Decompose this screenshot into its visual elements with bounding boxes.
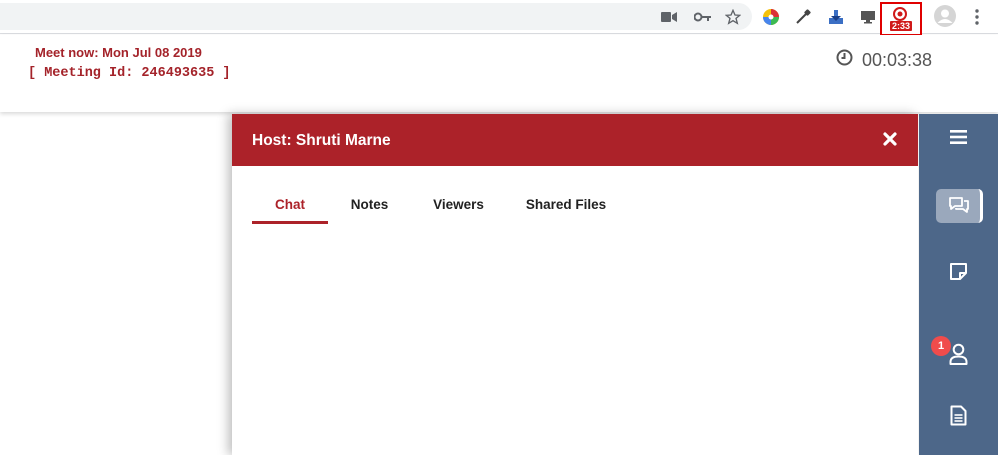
- monitor-extension-icon[interactable]: [856, 5, 880, 29]
- eyedropper-extension-icon[interactable]: [791, 5, 815, 29]
- color-wheel-extension-icon[interactable]: [759, 5, 783, 29]
- tab-shared-files[interactable]: Shared Files: [506, 196, 626, 224]
- profile-avatar-icon[interactable]: [933, 4, 957, 28]
- meeting-id: [ Meeting Id: 246493635 ]: [28, 66, 231, 81]
- panel-header: Host: Shruti Marne: [232, 114, 918, 166]
- star-icon[interactable]: [721, 5, 745, 29]
- meeting-header: Meet now: Mon Jul 08 2019 [ Meeting Id: …: [0, 35, 998, 112]
- host-title: Host: Shruti Marne: [252, 132, 391, 149]
- tab-viewers[interactable]: Viewers: [411, 196, 506, 224]
- sidebar-item-chat[interactable]: [936, 189, 983, 223]
- tab-notes[interactable]: Notes: [328, 196, 411, 224]
- viewers-icon[interactable]: [949, 343, 968, 365]
- screen-recorder-extension-button[interactable]: 2:33: [880, 2, 922, 36]
- browser-toolbar: 2:33: [0, 0, 998, 36]
- meeting-panel: Host: Shruti Marne Chat Notes Viewers Sh…: [232, 114, 918, 455]
- close-icon[interactable]: [882, 131, 898, 147]
- menu-icon[interactable]: [950, 130, 967, 144]
- video-camera-icon[interactable]: [657, 5, 681, 29]
- viewers-count-badge: 1: [931, 336, 951, 356]
- clock-icon: [836, 49, 853, 71]
- key-icon[interactable]: [691, 5, 715, 29]
- files-icon[interactable]: [950, 405, 967, 426]
- recorder-time-badge: 2:33: [890, 21, 913, 31]
- meeting-timer: 00:03:38: [836, 49, 932, 71]
- panel-tabs: Chat Notes Viewers Shared Files: [252, 196, 626, 224]
- chat-content-area: [232, 234, 918, 455]
- chat-icon: [948, 196, 970, 219]
- tab-chat[interactable]: Chat: [252, 196, 328, 224]
- notes-icon[interactable]: [949, 262, 968, 281]
- download-extension-icon[interactable]: [824, 5, 848, 29]
- meet-now-date: Meet now: Mon Jul 08 2019: [35, 45, 202, 60]
- address-bar[interactable]: [0, 3, 752, 30]
- right-sidebar: 1: [919, 114, 998, 455]
- more-menu-icon[interactable]: [965, 5, 989, 29]
- timer-value: 00:03:38: [862, 49, 933, 70]
